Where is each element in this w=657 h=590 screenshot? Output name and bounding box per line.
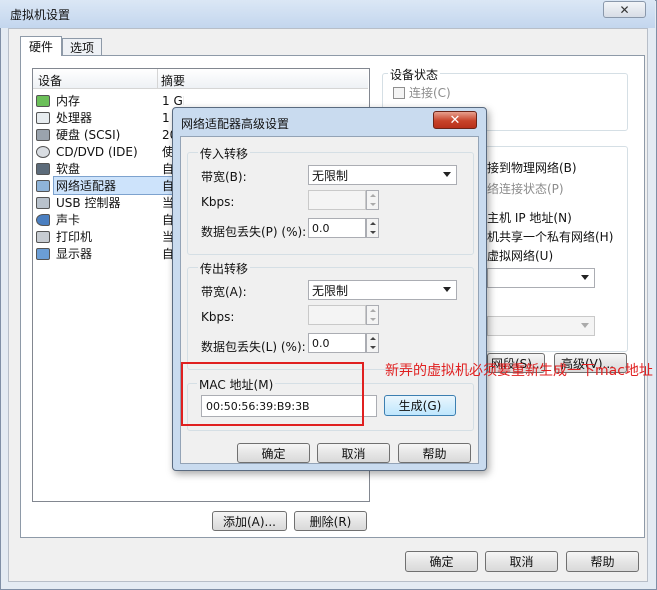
device-name: 声卡 <box>56 213 81 227</box>
dialog-cancel-button[interactable]: 取消 <box>317 443 390 463</box>
chevron-down-icon <box>581 323 589 328</box>
outgoing-bandwidth-label: 带宽(A): <box>201 285 247 299</box>
device-name: 硬盘 (SCSI) <box>56 128 121 142</box>
bridged-radio-label[interactable]: 接到物理网络(B) <box>487 159 577 176</box>
outgoing-bandwidth-value: 无限制 <box>312 283 349 298</box>
dialog-ok-button[interactable]: 确定 <box>237 443 310 463</box>
close-icon: ✕ <box>619 2 630 17</box>
main-close-button[interactable]: ✕ <box>603 1 646 18</box>
hard-disk-icon <box>36 128 50 141</box>
outgoing-kbps-spinner[interactable] <box>366 305 379 325</box>
device-name: 处理器 <box>56 111 93 125</box>
incoming-bandwidth-value: 无限制 <box>312 168 349 183</box>
incoming-bandwidth-label: 带宽(B): <box>201 170 247 184</box>
annotation-text: 新弄的虚拟机必须要重新生成一下mac地址 <box>385 363 653 379</box>
nat-host-ip-label[interactable]: 主机 IP 地址(N) <box>487 209 572 226</box>
connected-checkbox[interactable] <box>393 86 405 99</box>
floppy-icon <box>36 162 50 175</box>
arrow-up-icon <box>370 337 376 340</box>
connected-checkbox-row[interactable]: 连接(C) <box>393 84 451 101</box>
dialog-titlebar: 网络适配器高级设置 ✕ <box>173 108 486 136</box>
tab-hardware[interactable]: 硬件 <box>20 36 62 56</box>
device-name: 显示器 <box>56 247 93 261</box>
main-cancel-button[interactable]: 取消 <box>485 551 558 572</box>
incoming-kbps-spinner[interactable] <box>366 190 379 210</box>
generate-mac-button[interactable]: 生成(G) <box>384 395 456 416</box>
network-adapter-icon <box>36 179 50 192</box>
main-help-button[interactable]: 帮助 <box>566 551 639 572</box>
incoming-transfer-title: 传入转移 <box>198 145 251 162</box>
dialog-help-button[interactable]: 帮助 <box>398 443 471 463</box>
column-header-summary[interactable]: 摘要 <box>161 72 185 89</box>
arrow-up-icon <box>370 194 376 197</box>
add-device-button[interactable]: 添加(A)... <box>212 511 287 531</box>
memory-icon <box>36 94 50 107</box>
outgoing-kbps-input[interactable] <box>308 305 366 325</box>
custom-network-label[interactable]: 虚拟网络(U) <box>487 247 553 264</box>
dialog-title: 网络适配器高级设置 <box>181 117 290 131</box>
mac-highlight-box <box>181 362 364 426</box>
cd-dvd-icon <box>36 145 50 158</box>
usb-icon <box>36 196 50 209</box>
device-summary: 1 GB <box>162 93 184 108</box>
chevron-down-icon <box>581 275 589 280</box>
outgoing-loss-spinner[interactable] <box>366 333 379 353</box>
outgoing-kbps-label: Kbps: <box>201 310 235 324</box>
device-name: 软盘 <box>56 162 81 176</box>
device-name: 网络适配器 <box>53 176 177 195</box>
host-only-label[interactable]: 机共享一个私有网络(H) <box>487 228 613 245</box>
device-name: 内存 <box>56 94 81 108</box>
sound-card-icon <box>36 213 50 226</box>
display-icon <box>36 247 50 260</box>
connected-label: 连接(C) <box>409 86 451 100</box>
incoming-kbps-label: Kbps: <box>201 195 235 209</box>
outgoing-loss-label: 数据包丢失(L) (%): <box>201 340 306 354</box>
processor-icon <box>36 111 50 124</box>
window-title: 虚拟机设置 <box>10 8 71 22</box>
incoming-loss-spinner[interactable] <box>366 218 379 238</box>
remove-device-button[interactable]: 删除(R) <box>294 511 367 531</box>
lan-segment-select[interactable] <box>487 316 595 336</box>
column-header-device[interactable]: 设备 <box>38 72 62 89</box>
outgoing-loss-input[interactable]: 0.0 <box>308 333 366 353</box>
device-name: USB 控制器 <box>56 196 121 210</box>
dialog-close-button[interactable]: ✕ <box>433 111 477 129</box>
arrow-up-icon <box>370 309 376 312</box>
chevron-down-icon <box>443 287 451 292</box>
arrow-down-icon <box>370 231 376 234</box>
tab-label: 硬件 <box>28 40 53 54</box>
incoming-loss-label: 数据包丢失(P) (%): <box>201 225 307 239</box>
incoming-kbps-input[interactable] <box>308 190 366 210</box>
main-titlebar: 虚拟机设置 <box>0 0 655 28</box>
custom-network-select[interactable] <box>487 268 595 288</box>
printer-icon <box>36 230 50 243</box>
tab-options[interactable]: 选项 <box>62 38 102 55</box>
tab-label: 选项 <box>69 40 94 55</box>
arrow-down-icon <box>370 318 376 321</box>
arrow-up-icon <box>370 222 376 225</box>
outgoing-bandwidth-select[interactable]: 无限制 <box>308 280 457 300</box>
incoming-bandwidth-select[interactable]: 无限制 <box>308 165 457 185</box>
device-status-title: 设备状态 <box>388 66 441 83</box>
device-list-header: 设备 摘要 <box>33 69 368 89</box>
chevron-down-icon <box>443 172 451 177</box>
main-ok-button[interactable]: 确定 <box>405 551 478 572</box>
outgoing-transfer-title: 传出转移 <box>198 260 251 277</box>
arrow-down-icon <box>370 203 376 206</box>
device-name: 打印机 <box>56 230 93 244</box>
device-name: CD/DVD (IDE) <box>56 144 138 159</box>
replicate-state-label[interactable]: 络连接状态(P) <box>487 180 564 197</box>
close-icon: ✕ <box>449 112 461 128</box>
arrow-down-icon <box>370 346 376 349</box>
incoming-loss-input[interactable]: 0.0 <box>308 218 366 238</box>
